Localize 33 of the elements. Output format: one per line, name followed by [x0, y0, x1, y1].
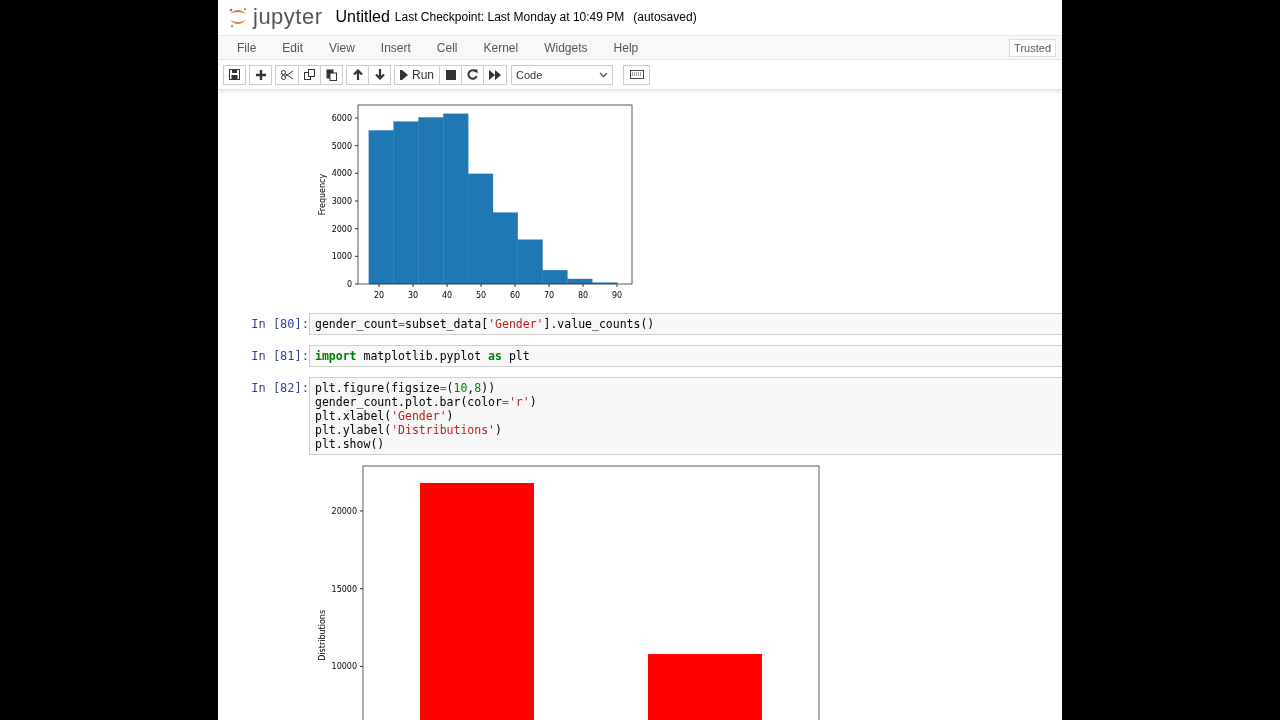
x-tick-label: 20 [374, 291, 385, 300]
input-prompt: In [82]: [250, 380, 309, 395]
y-tick-label: 2000 [331, 224, 352, 234]
y-axis-label: Distributions [318, 609, 327, 661]
autosave-status: (autosaved) [633, 9, 697, 24]
code-line: plt.figure(figsize=(10,8)) [315, 381, 497, 395]
x-tick-label: 60 [509, 291, 521, 300]
jupyter-logo-text: jupyter [253, 3, 323, 30]
input-prompt: In [81]: [250, 348, 309, 363]
code-line: plt.ylabel('Distributions') [315, 423, 503, 437]
y-tick-label: 5000 [331, 141, 352, 151]
y-tick-label: 6000 [331, 114, 352, 123]
y-tick-label: 3000 [331, 197, 352, 206]
y-axis-label: Frequency [318, 173, 327, 216]
x-tick-label: 90 [611, 291, 623, 300]
y-tick-label: 10000 [331, 662, 357, 672]
x-tick-label: 80 [577, 291, 589, 300]
x-tick-label: 50 [475, 291, 487, 300]
code-line: import matplotlib.pyplot as plt [315, 349, 531, 363]
code-line: plt.show() [315, 437, 386, 451]
x-tick-label: 70 [543, 291, 555, 300]
code-line: plt.xlabel('Gender') [315, 409, 455, 423]
x-tick-label: 40 [441, 291, 453, 300]
y-tick-label: 20000 [331, 506, 357, 516]
input-prompt: In [80]: [250, 316, 309, 331]
y-tick-label: 0 [346, 280, 352, 289]
code-line: gender_count.plot.bar(color='r') [315, 395, 538, 409]
y-tick-label: 4000 [331, 169, 352, 179]
y-tick-label: 1000 [331, 252, 352, 262]
code-line: gender_count=subset_data['Gender'].value_counts() [315, 317, 656, 331]
checkpoint-status: Last Checkpoint: Last Monday at 10:49 PM [394, 9, 625, 24]
y-tick-label: 15000 [331, 584, 357, 594]
x-tick-label: 30 [408, 291, 419, 300]
